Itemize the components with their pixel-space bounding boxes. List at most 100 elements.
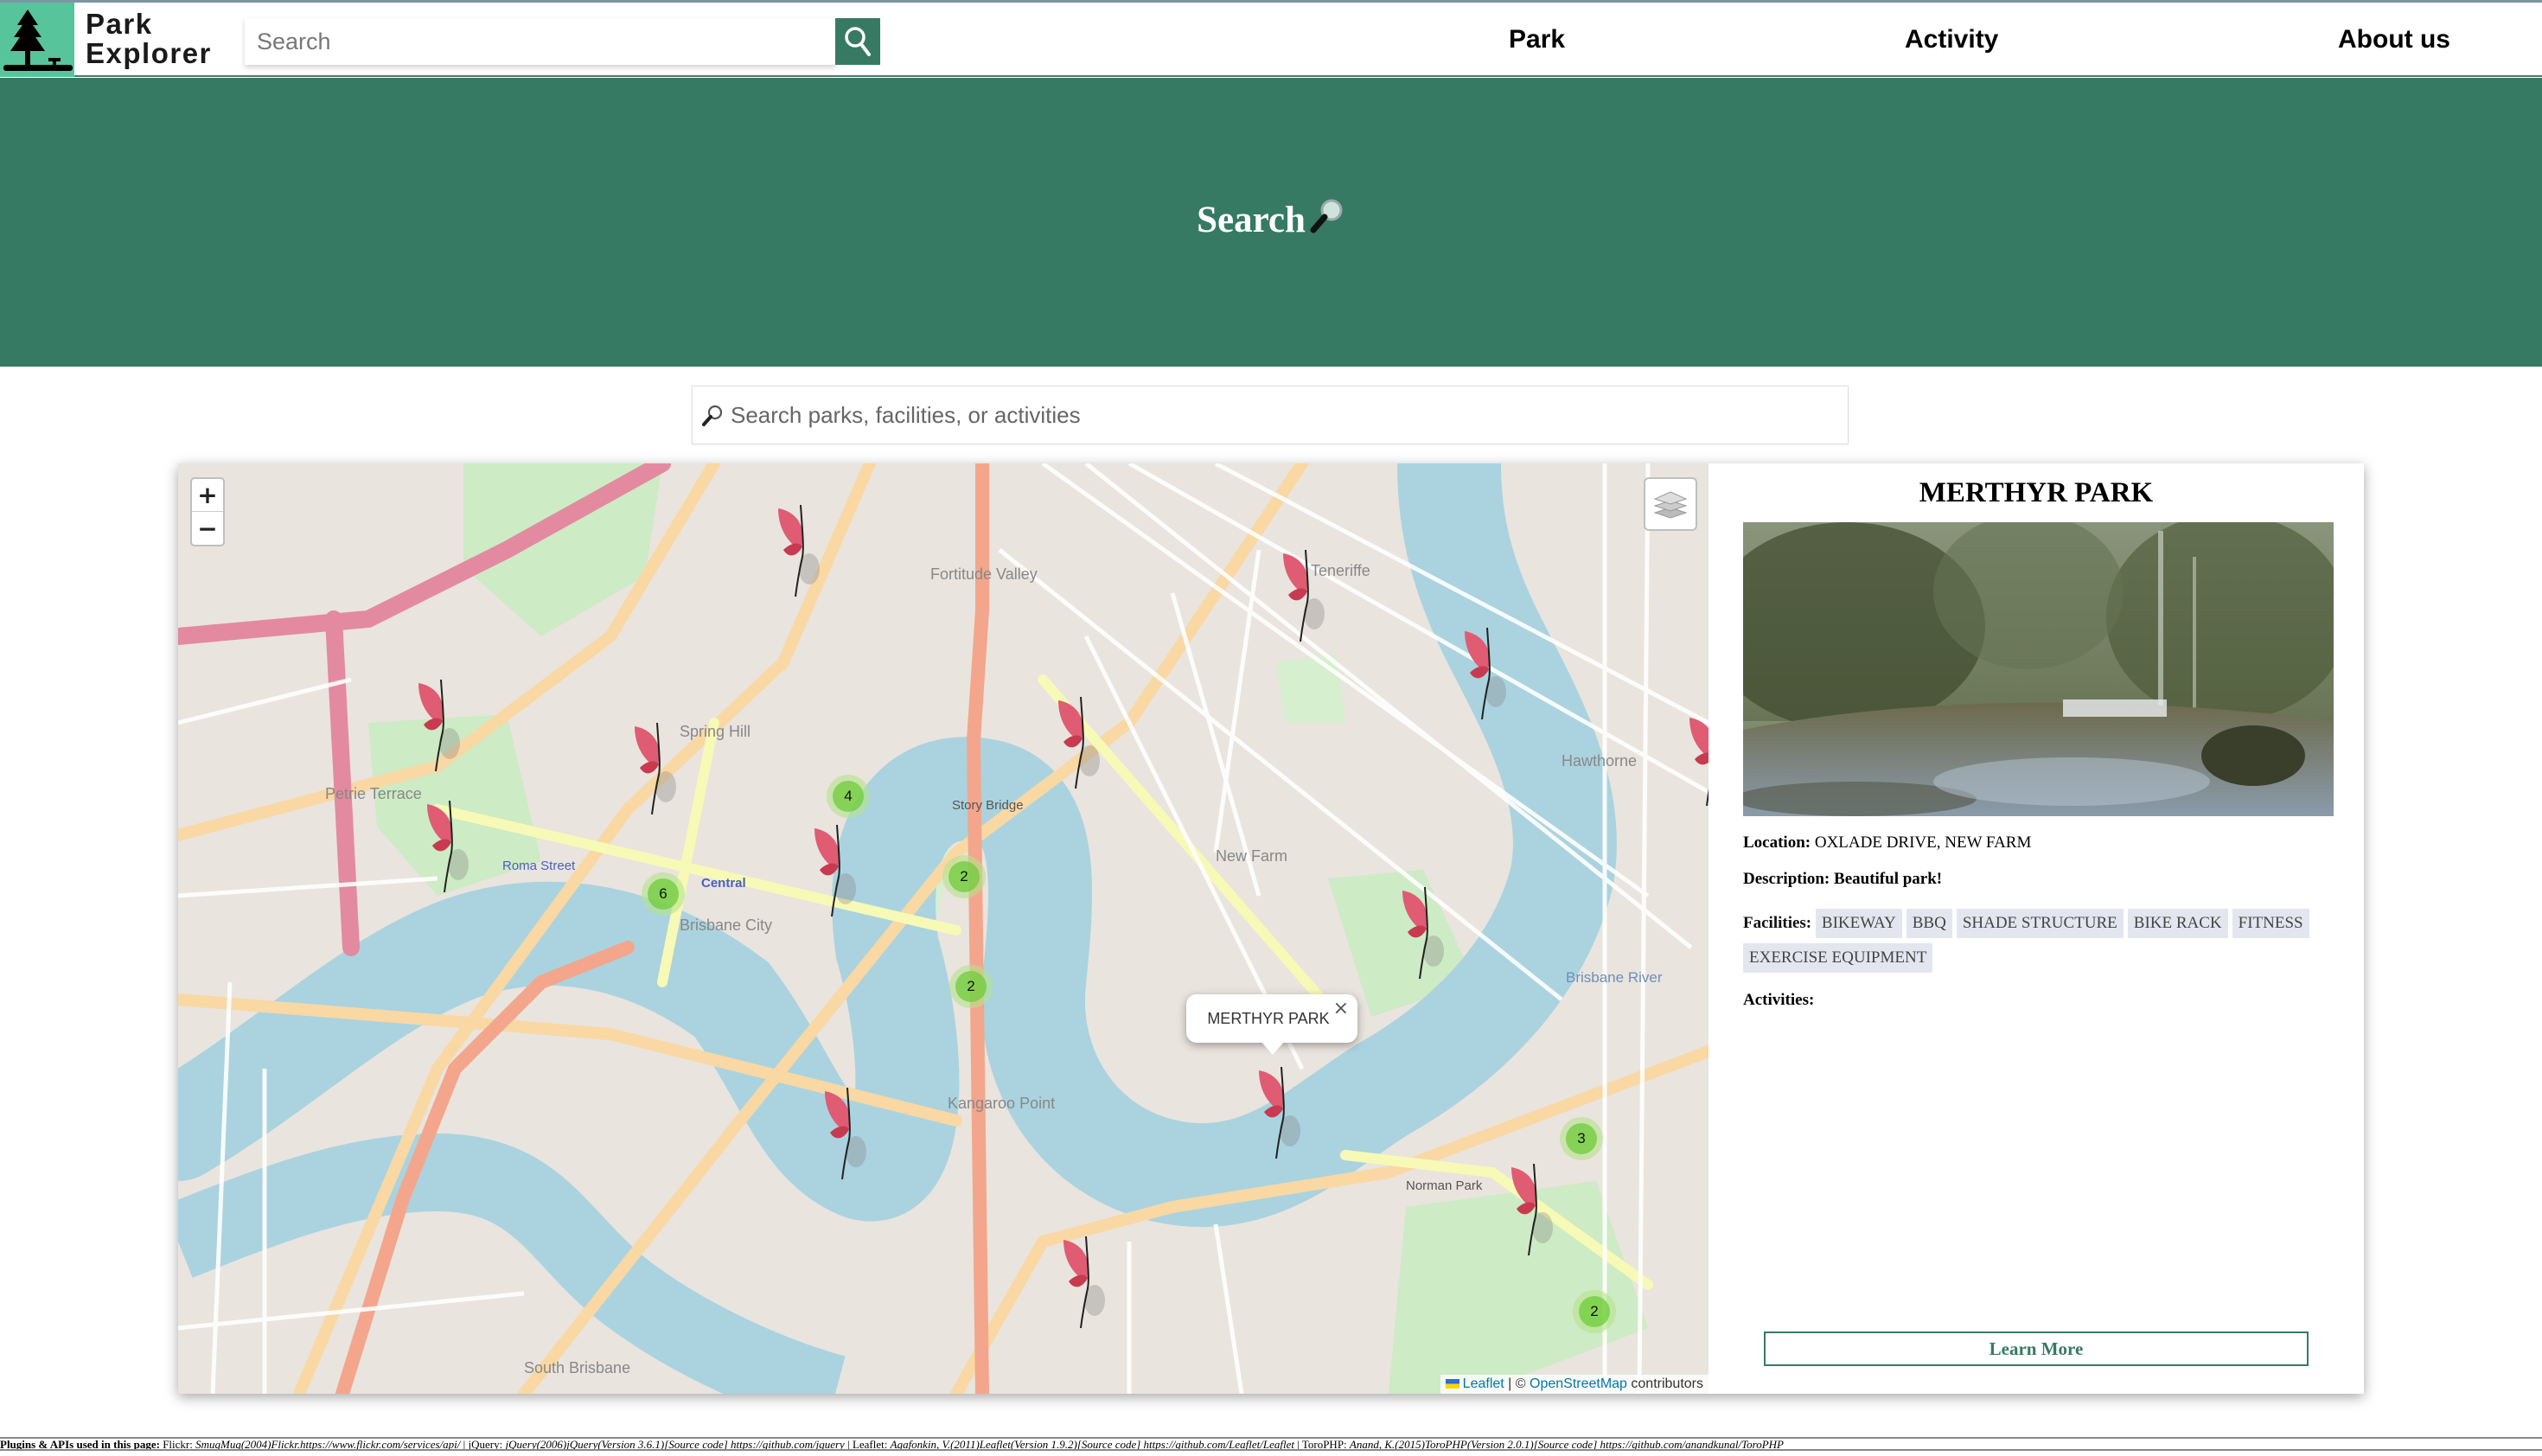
leaf-pin-icon bbox=[825, 1088, 866, 1180]
map-label: Brisbane River bbox=[1566, 969, 1663, 986]
zoom-out-button[interactable]: − bbox=[192, 512, 223, 545]
marker-cluster[interactable]: 2 bbox=[949, 965, 993, 1008]
map-label: Fortitude Valley bbox=[930, 565, 1038, 583]
marker-cluster[interactable]: 2 bbox=[942, 855, 986, 898]
cluster-count: 2 bbox=[948, 861, 980, 892]
header-search-input[interactable] bbox=[245, 18, 836, 65]
park-marker[interactable] bbox=[818, 1088, 870, 1183]
zoom-control: + − bbox=[190, 477, 225, 546]
park-marker[interactable] bbox=[1051, 697, 1103, 792]
park-location: Location: OXLADE DRIVE, NEW FARM bbox=[1743, 833, 2031, 853]
attribution-separator: | © bbox=[1504, 1376, 1530, 1391]
facility-tag: BBQ bbox=[1906, 909, 1952, 938]
credit-item: jQuery: jQuery(2006)jQuery(Version 3.6.1… bbox=[469, 1439, 845, 1449]
search-icon bbox=[845, 27, 871, 56]
map-label: Story Bridge bbox=[952, 798, 1024, 813]
credits-label: Plugins & APIs used in this page: bbox=[0, 1438, 160, 1451]
layers-control[interactable] bbox=[1644, 477, 1697, 531]
facility-tag: FITNESS bbox=[2232, 909, 2309, 938]
leaf-pin-icon bbox=[635, 723, 676, 815]
leaflet-link[interactable]: Leaflet bbox=[1463, 1376, 1504, 1391]
marker-cluster[interactable]: 4 bbox=[827, 775, 870, 818]
leaf-pin-icon bbox=[1689, 718, 1709, 807]
map-label: South Brisbane bbox=[524, 1359, 630, 1376]
map-label: Brisbane City bbox=[680, 916, 772, 934]
header-search-button[interactable] bbox=[835, 18, 880, 65]
zoom-in-button[interactable]: + bbox=[192, 479, 223, 512]
description-value: Beautiful park! bbox=[1834, 870, 1943, 888]
map-popup: MERTHYR PARK × bbox=[1186, 994, 1357, 1055]
popup-close-button[interactable]: × bbox=[1333, 998, 1349, 1019]
park-marker[interactable] bbox=[1276, 550, 1328, 645]
cluster-count: 4 bbox=[833, 781, 864, 812]
park-marker[interactable] bbox=[1683, 714, 1709, 809]
popup-park-name: MERTHYR PARK bbox=[1207, 1010, 1330, 1027]
park-marker[interactable] bbox=[420, 801, 472, 896]
site-header: Park Explorer Park Activity About us bbox=[0, 3, 2542, 77]
merthyr-park-marker[interactable] bbox=[1252, 1067, 1304, 1162]
brand-name[interactable]: Park Explorer bbox=[86, 10, 212, 68]
credit-citation: SmugMug(2004)Flickr.https://www.flickr.c… bbox=[195, 1438, 461, 1451]
facility-tag: BIKEWAY bbox=[1815, 909, 1902, 938]
park-marker[interactable] bbox=[1504, 1164, 1556, 1259]
cluster-count: 2 bbox=[955, 971, 987, 1002]
park-detail-panel: MERTHYR PARK Location: OXLADE DRIVE, NEW… bbox=[1709, 463, 2364, 1394]
facilities-label: Facilities: bbox=[1743, 914, 1812, 932]
map-tiles[interactable]: Fortitude Valley Spring Hill Brisbane Ci… bbox=[178, 463, 1709, 1394]
map-label: Norman Park bbox=[1406, 1178, 1483, 1193]
activities-label: Activities: bbox=[1743, 991, 1815, 1009]
facility-tag: SHADE STRUCTURE bbox=[1956, 909, 2124, 938]
leaf-pin-icon bbox=[778, 505, 820, 597]
brand-line-2: Explorer bbox=[86, 37, 212, 69]
credit-item: ToroPHP: Anand, K.(2015)ToroPHP(Version … bbox=[1301, 1438, 1784, 1451]
park-marker[interactable] bbox=[412, 680, 463, 775]
leaf-pin-icon bbox=[1063, 1236, 1105, 1329]
learn-more-button[interactable]: Learn More bbox=[1764, 1331, 2309, 1366]
credit-name: Flickr: bbox=[163, 1438, 193, 1451]
map-label: New Farm bbox=[1216, 847, 1287, 865]
leaf-pin-icon bbox=[427, 801, 469, 893]
park-marker[interactable] bbox=[628, 723, 680, 818]
map-label: Roma Street bbox=[502, 859, 576, 873]
park-marker[interactable] bbox=[1458, 628, 1510, 723]
park-marker[interactable] bbox=[1057, 1236, 1108, 1331]
layers-icon bbox=[1653, 491, 1688, 519]
magnifying-glass-icon bbox=[1307, 197, 1345, 245]
nav-activity[interactable]: Activity bbox=[1905, 25, 1998, 54]
facility-tag: BIKE RACK bbox=[2127, 909, 2228, 938]
park-marker[interactable] bbox=[1396, 887, 1447, 982]
park-search-input[interactable] bbox=[729, 386, 1844, 444]
logo[interactable] bbox=[0, 3, 74, 77]
header-search bbox=[245, 18, 836, 65]
nav-about-us[interactable]: About us bbox=[2338, 25, 2450, 54]
marker-cluster[interactable]: 3 bbox=[1560, 1117, 1603, 1160]
leaf-pin-icon bbox=[1465, 628, 1506, 720]
brand-line-1: Park bbox=[86, 8, 153, 40]
marker-cluster[interactable]: 2 bbox=[1573, 1290, 1616, 1333]
tree-icon bbox=[3, 10, 73, 71]
ukraine-flag-icon bbox=[1445, 1379, 1459, 1389]
leaf-pin-icon bbox=[1402, 887, 1444, 980]
park-facilities: Facilities: BIKEWAY BBQ SHADE STRUCTURE BIK… bbox=[1743, 906, 2340, 975]
map-label: Kangaroo Point bbox=[948, 1095, 1055, 1112]
osm-link[interactable]: OpenStreetMap bbox=[1530, 1376, 1627, 1391]
credit-item: Leaflet: Agafonkin, V.(2011)Leaflet(Vers… bbox=[853, 1439, 1294, 1449]
cluster-count: 3 bbox=[1566, 1123, 1597, 1154]
credit-name: ToroPHP: bbox=[1301, 1438, 1347, 1451]
park-marker[interactable] bbox=[808, 825, 859, 920]
credits-footer: Plugins & APIs used in this page: Flickr… bbox=[0, 1437, 2542, 1451]
credit-citation: Anand, K.(2015)ToroPHP(Version 2.0.1)[So… bbox=[1349, 1438, 1784, 1451]
attribution-suffix: contributors bbox=[1626, 1376, 1703, 1391]
cluster-count: 2 bbox=[1579, 1296, 1610, 1327]
park-marker[interactable] bbox=[771, 505, 823, 600]
leaf-pin-icon bbox=[1511, 1164, 1553, 1256]
description-label: Description: bbox=[1743, 870, 1830, 888]
hero-banner: Search bbox=[0, 78, 2542, 367]
leaf-pin-icon bbox=[814, 825, 856, 917]
park-search-bar bbox=[692, 386, 1849, 444]
nav-park[interactable]: Park bbox=[1509, 25, 1565, 54]
marker-cluster[interactable]: 6 bbox=[642, 872, 685, 916]
park-activities: Activities: bbox=[1743, 991, 1814, 1010]
map-label: Spring Hill bbox=[680, 723, 750, 740]
map[interactable]: Fortitude Valley Spring Hill Brisbane Ci… bbox=[178, 463, 1709, 1394]
